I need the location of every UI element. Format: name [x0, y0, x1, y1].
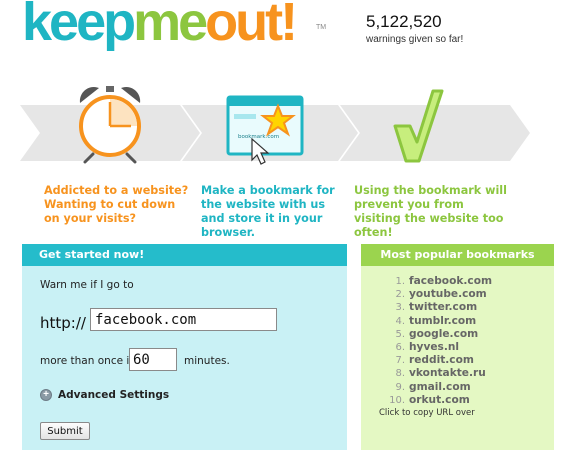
bookmark-link[interactable]: hyves.nl	[409, 341, 459, 353]
step-3-text: Using the bookmark will prevent you from…	[354, 184, 507, 239]
step-2-text: Make a bookmark for the website with us …	[201, 184, 335, 239]
how-it-works-illustration: bookmark.com	[20, 86, 530, 165]
bookmark-link[interactable]: youtube.com	[409, 288, 487, 300]
get-started-header: Get started now!	[22, 244, 347, 266]
get-started-panel: Get started now! Warn me if I go to http…	[22, 244, 347, 450]
bookmark-link[interactable]: vkontakte.ru	[409, 367, 486, 379]
list-item: 9. gmail.com	[395, 380, 471, 393]
bookmark-link[interactable]: twitter.com	[409, 301, 477, 313]
popular-bookmarks-list: 1. facebook.com 2. youtube.com 3. twitter.c…	[385, 275, 492, 407]
list-item: 8. vkontakte.ru	[395, 367, 486, 380]
bookmark-link[interactable]: reddit.com	[409, 354, 474, 366]
advanced-settings-toggle[interactable]: + Advanced Settings	[40, 389, 169, 401]
popular-bookmarks-panel: Most popular bookmarks 1. facebook.com 2.…	[361, 244, 554, 450]
copy-url-note: Click to copy URL over	[379, 408, 475, 418]
list-item: 2. youtube.com	[395, 288, 487, 301]
browser-bookmark-icon: bookmark.com	[226, 95, 304, 165]
url-input[interactable]	[90, 308, 277, 331]
plus-circle-icon: +	[40, 389, 52, 401]
list-item: 3. twitter.com	[395, 301, 478, 314]
bookmark-link[interactable]: google.com	[409, 328, 478, 340]
more-than-once-label: more than once in	[40, 355, 136, 367]
bookmark-link[interactable]: gmail.com	[409, 381, 471, 393]
list-item: 7. reddit.com	[395, 354, 474, 367]
minutes-label: minutes.	[184, 355, 230, 367]
popular-bookmarks-header: Most popular bookmarks	[361, 244, 554, 266]
bookmark-link[interactable]: orkut.com	[409, 394, 470, 406]
advanced-settings-label: Advanced Settings	[58, 389, 170, 401]
list-item: 1. facebook.com	[395, 275, 493, 287]
bookmark-url-text: bookmark.com	[238, 134, 279, 140]
warn-label: Warn me if I go to	[40, 279, 134, 291]
http-prefix-label: http://	[40, 314, 86, 332]
list-item: 5. google.com	[395, 327, 479, 340]
submit-button[interactable]: Submit	[40, 422, 90, 440]
list-item: 10. orkut.com	[389, 393, 470, 406]
step-1-text: Addicted to a website? Wanting to cut do…	[44, 184, 189, 225]
bookmark-link[interactable]: tumblr.com	[409, 315, 476, 327]
minutes-input[interactable]	[129, 348, 177, 371]
bookmark-link[interactable]: facebook.com	[409, 275, 492, 287]
list-item: 6. hyves.nl	[395, 341, 460, 354]
list-item: 4. tumblr.com	[395, 314, 477, 327]
